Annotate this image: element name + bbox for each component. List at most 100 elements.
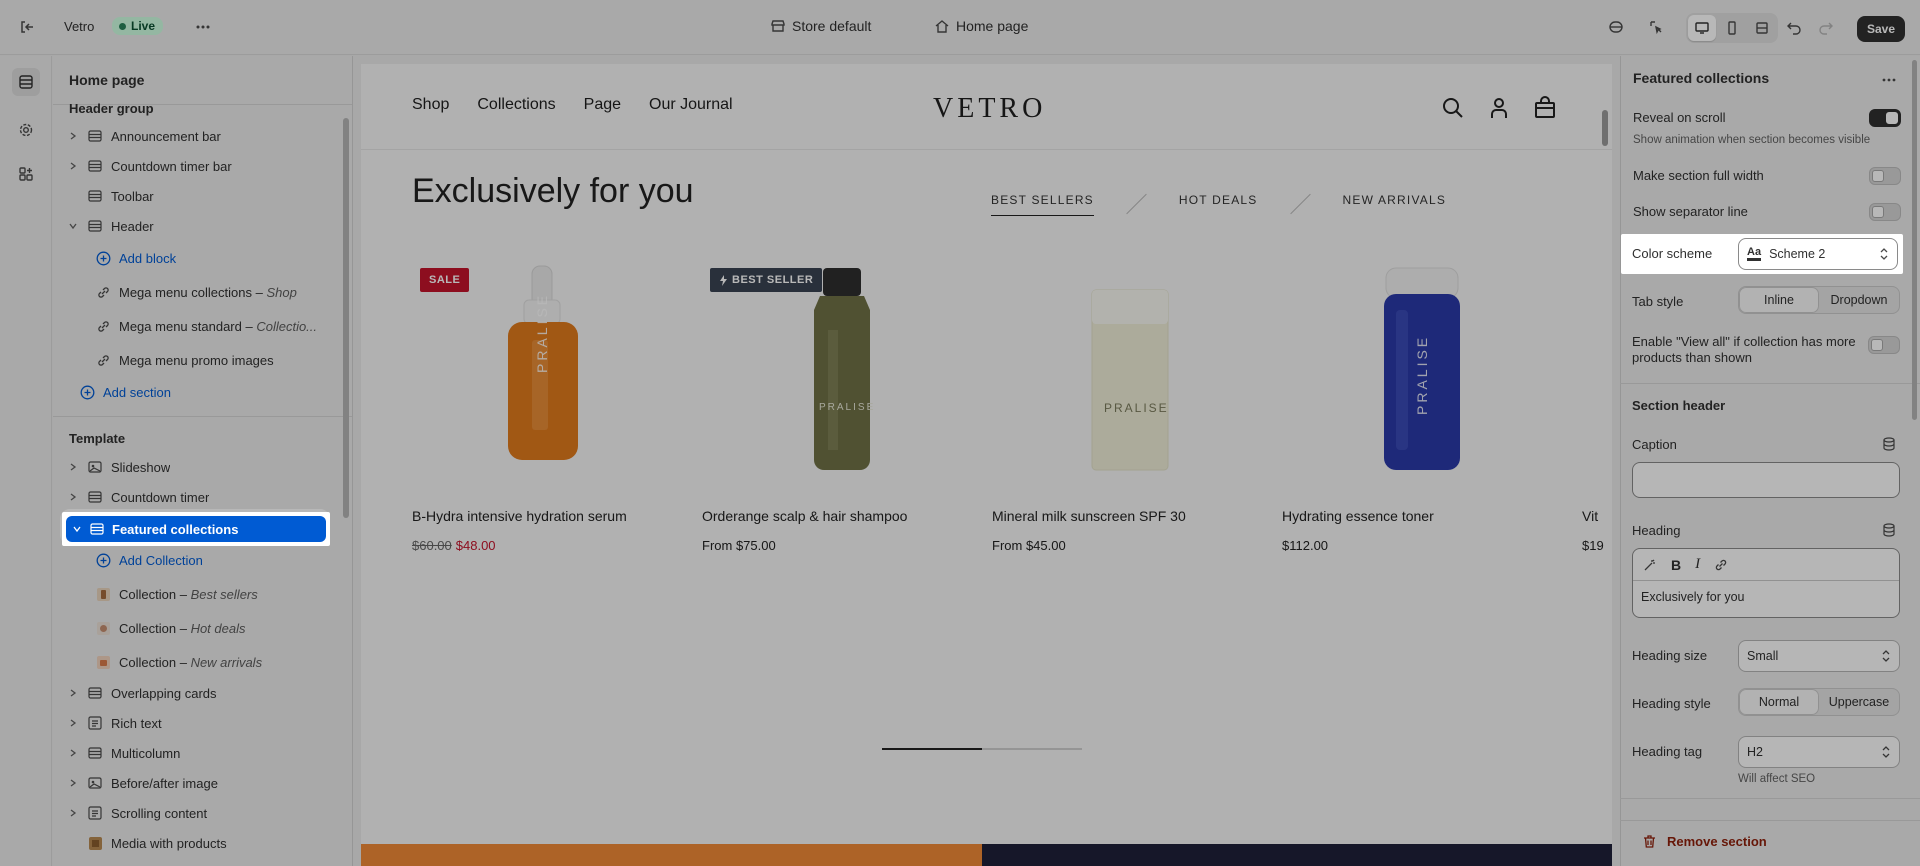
search-icon[interactable]: [1441, 96, 1465, 120]
sidebar-item-before-after-image[interactable]: Before/after image: [61, 769, 337, 797]
chevron-right-icon[interactable]: [65, 775, 81, 791]
fullscreen-view-icon[interactable]: [1748, 15, 1776, 41]
add-section-button[interactable]: Add section: [79, 378, 337, 406]
redo-icon[interactable]: [1812, 13, 1840, 41]
app-embeds-icon[interactable]: [1602, 13, 1630, 41]
preview-scrollbar[interactable]: [1602, 110, 1608, 146]
product-image: [814, 268, 870, 470]
sidebar-item-mega-menu-promo-images[interactable]: Mega menu promo images: [95, 346, 345, 374]
product-name[interactable]: Mineral milk sunscreen SPF 30: [992, 508, 1186, 524]
product-card[interactable]: PRALISE: [992, 260, 1272, 500]
product-card[interactable]: SALE PRALISE: [412, 260, 692, 500]
store-logo[interactable]: VETRO: [933, 93, 1046, 125]
sidebar-item-announcement-bar[interactable]: Announcement bar: [61, 122, 337, 150]
carousel-progress-fill: [882, 748, 982, 750]
add-collection-button[interactable]: Add Collection: [95, 546, 337, 574]
sidebar-item-header[interactable]: Header: [61, 212, 337, 240]
nav-link-shop[interactable]: Shop: [412, 96, 449, 114]
app-name[interactable]: Vetro: [64, 19, 94, 34]
product-name[interactable]: Hydrating essence toner: [1282, 508, 1434, 524]
more-actions-icon[interactable]: [189, 13, 217, 41]
sidebar-item-featured-collections-highlight[interactable]: Featured collections: [66, 516, 326, 542]
product-card[interactable]: BEST SELLER PRALISE: [702, 260, 982, 500]
tab-new-arrivals[interactable]: NEW ARRIVALS: [1343, 193, 1447, 215]
settings-gear-icon[interactable]: [12, 116, 40, 144]
store-label: Store default: [792, 18, 872, 34]
nav-link-journal[interactable]: Our Journal: [649, 96, 733, 114]
chevron-right-icon[interactable]: [65, 459, 81, 475]
collection-label: Collection: [119, 620, 177, 636]
sidebar-item-multicolumn[interactable]: Multicolumn: [61, 739, 337, 767]
chevron-right-icon[interactable]: [65, 685, 81, 701]
panel-scrollbar[interactable]: [1912, 60, 1917, 420]
color-scheme-select[interactable]: Aa Scheme 2: [1738, 238, 1898, 270]
color-scheme-label: Color scheme: [1632, 246, 1713, 261]
sidebar-item-slideshow[interactable]: Slideshow: [61, 453, 337, 481]
sidebar-item-rich-text[interactable]: Rich text: [61, 709, 337, 737]
add-block-button[interactable]: Add block: [95, 244, 337, 272]
product-name[interactable]: B-Hydra intensive hydration serum: [412, 508, 627, 524]
full-width-toggle[interactable]: [1869, 167, 1901, 185]
exit-icon[interactable]: [13, 13, 41, 41]
chevron-right-icon[interactable]: [65, 489, 81, 505]
product-brand: PRALISE: [819, 402, 876, 413]
chevron-right-icon[interactable]: [65, 128, 81, 144]
sidebar-item-mega-menu-collections[interactable]: Mega menu collections – Shop: [95, 278, 345, 306]
sidebar-item-overlapping-cards[interactable]: Overlapping cards: [61, 679, 337, 707]
product-brand: PRALISE: [1104, 401, 1169, 415]
account-icon[interactable]: [1487, 96, 1511, 120]
nav-link-collections[interactable]: Collections: [477, 96, 555, 114]
sections-sidebar: Home page Header group Announcement bar …: [53, 56, 353, 866]
tab-hot-deals[interactable]: HOT DEALS: [1179, 193, 1258, 215]
chevron-right-icon[interactable]: [65, 745, 81, 761]
bag-icon[interactable]: [1533, 96, 1557, 120]
chevron-down-icon[interactable]: [72, 524, 82, 534]
separator-line-toggle[interactable]: [1869, 203, 1901, 221]
section-icon: [87, 745, 103, 761]
undo-icon[interactable]: [1780, 13, 1808, 41]
inspector-icon[interactable]: [1642, 13, 1670, 41]
carousel-progress[interactable]: [882, 748, 1082, 750]
save-button[interactable]: Save: [1857, 16, 1906, 42]
tab-best-sellers[interactable]: BEST SELLERS: [991, 193, 1094, 216]
nav-link-page[interactable]: Page: [584, 96, 621, 114]
more-options-icon[interactable]: [1875, 66, 1903, 94]
chevron-down-icon[interactable]: [65, 218, 81, 234]
section-icon: [87, 685, 103, 701]
plus-circle-icon: [79, 384, 95, 400]
select-arrows-icon: [1879, 248, 1889, 260]
desktop-view-icon[interactable]: [1688, 15, 1716, 41]
top-bar: Vetro Live Store default Home page Save: [0, 0, 1920, 55]
sidebar-item-countdown-timer[interactable]: Countdown timer: [61, 483, 337, 511]
mobile-view-icon[interactable]: [1718, 15, 1746, 41]
collection-thumbnail-icon: [95, 586, 111, 602]
chevron-right-icon[interactable]: [65, 805, 81, 821]
full-width-label: Make section full width: [1633, 168, 1764, 183]
next-section-image-right: [982, 844, 1612, 866]
chevron-right-icon[interactable]: [65, 158, 81, 174]
product-card[interactable]: PRALISE: [1282, 260, 1562, 500]
sidebar-item-scrolling-content[interactable]: Scrolling content: [61, 799, 337, 827]
sidebar-item-toolbar[interactable]: Toolbar: [61, 182, 337, 210]
sidebar-item-collection-best-sellers[interactable]: Collection – Best sellers: [95, 580, 337, 608]
sidebar-item-collection-new-arrivals[interactable]: Collection – New arrivals: [95, 648, 337, 676]
product-name[interactable]: Vit: [1582, 508, 1598, 524]
product-brand: PRALISE: [534, 292, 550, 373]
image-icon: [87, 775, 103, 791]
reveal-on-scroll-toggle[interactable]: [1869, 109, 1901, 127]
sections-icon[interactable]: [12, 68, 40, 96]
chevron-right-icon[interactable]: [65, 715, 81, 731]
page-selector[interactable]: Home page: [934, 18, 1028, 34]
add-section-label: Add section: [103, 384, 171, 400]
sidebar-item-collection-hot-deals[interactable]: Collection – Hot deals: [95, 614, 337, 642]
store-selector[interactable]: Store default: [770, 18, 871, 34]
section-icon: [87, 218, 103, 234]
sidebar-item-countdown-timer-bar[interactable]: Countdown timer bar: [61, 152, 337, 180]
apps-icon[interactable]: [12, 160, 40, 188]
sidebar-item-label: Slideshow: [111, 459, 171, 475]
sidebar-item-media-with-products[interactable]: Media with products: [61, 829, 337, 857]
sidebar-item-mega-menu-standard[interactable]: Mega menu standard – Collectio...: [95, 312, 330, 340]
product-name[interactable]: Orderange scalp & hair shampoo: [702, 508, 907, 524]
template-heading: Template: [69, 431, 126, 446]
sidebar-scrollbar[interactable]: [343, 118, 349, 518]
